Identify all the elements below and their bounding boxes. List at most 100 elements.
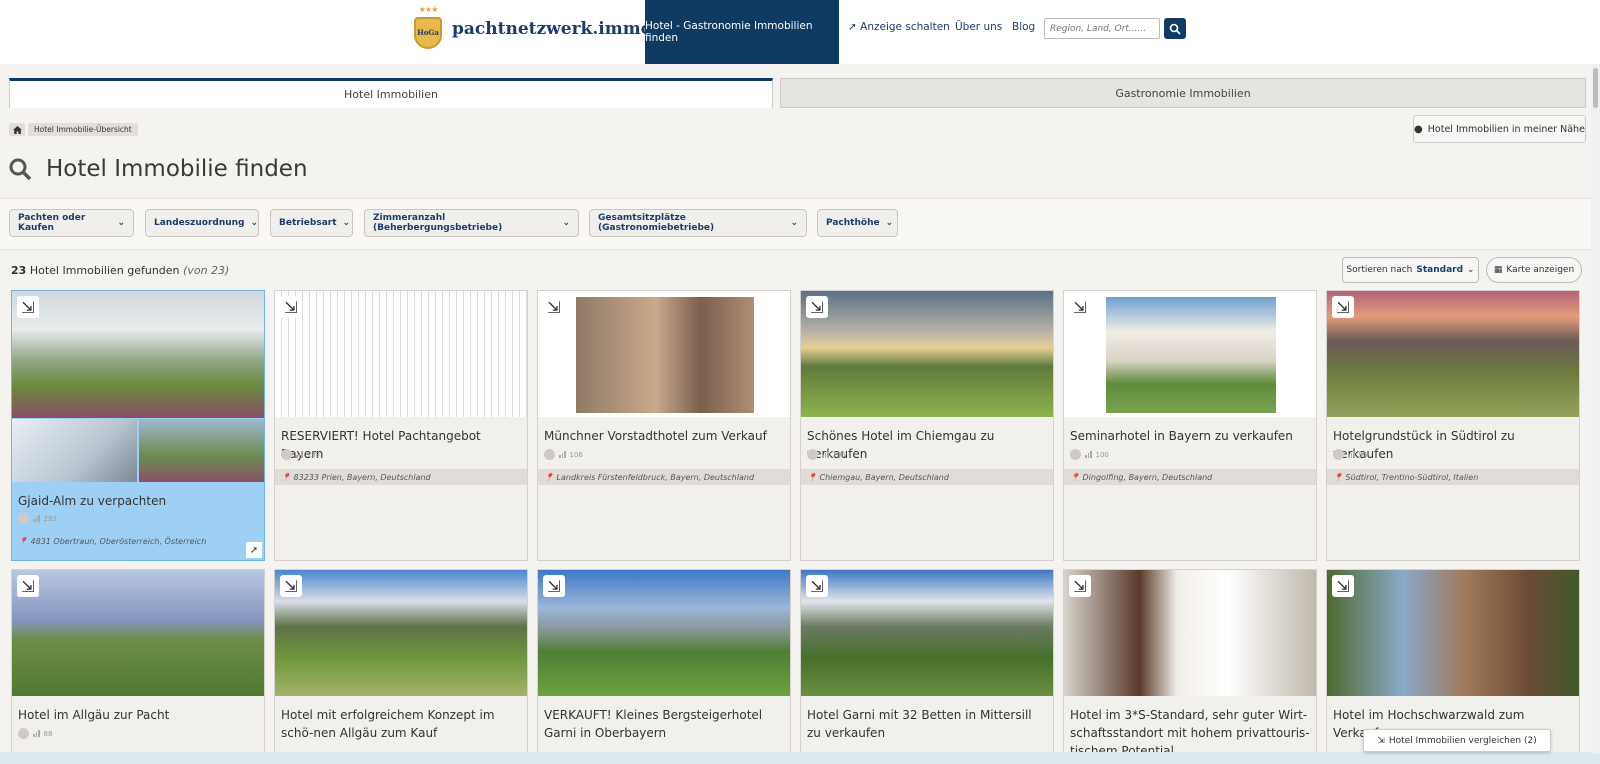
brand-name: pachtnetzwerk.immo [452,19,653,39]
map-icon: ▦ [1493,265,1503,275]
property-card[interactable]: ⇲ Hotel im 3*S-Standard, sehr guter Wirt… [1063,569,1317,764]
bottom-strip [0,752,1600,764]
compare-toggle-icon[interactable]: ⇲ [1069,296,1091,318]
card-meta: 139 [281,449,320,460]
card-meta: 106 [544,449,583,460]
compare-toggle-icon[interactable]: ⇲ [1332,575,1354,597]
card-meta: 293 [18,513,57,524]
card-title: VERKAUFT! Kleines Bergsteigerhotel Garni… [544,708,763,740]
card-image [12,570,264,696]
search-icon [1169,23,1181,35]
card-meta: 88 [18,728,52,739]
property-card[interactable]: ⇲ RESERVIERT! Hotel Pachtangebot Bayern … [274,290,528,561]
chevron-down-icon: ⌄ [342,218,351,228]
compare-toggle-icon[interactable]: ⇲ [1332,296,1354,318]
search-icon [9,158,32,181]
card-image [801,291,1053,417]
compare-icon: ⇲ [1377,735,1385,746]
compare-toggle-icon[interactable]: ⇲ [280,575,302,597]
brand-logo[interactable]: ★★★ HoGa pachtnetzwerk.immo [408,4,652,54]
compare-toggle-icon[interactable]: ⇲ [280,296,302,318]
chevron-down-icon: ⌄ [885,218,894,228]
property-card[interactable]: ⇲ Münchner Vorstadthotel zum Verkauf 106… [537,290,791,561]
chevron-down-icon: ⌄ [562,218,570,228]
header: ★★★ HoGa pachtnetzwerk.immo Hotel - Gast… [0,0,1600,64]
chevron-down-icon: ⌄ [790,218,798,228]
card-location: 📍 83233 Prien, Bayern, Deutschland [275,469,527,485]
pin-icon[interactable]: ➚ [246,542,262,558]
card-location: 📍 Chiemgau, Bayern, Deutschland [801,469,1053,485]
compare-button[interactable]: ⇲ Hotel Immobilien vergleichen (2) [1363,729,1551,752]
results-count: 23 Hotel Immobilien gefunden (von 23) [11,264,230,277]
card-image [801,570,1053,696]
tab-gastronomie[interactable]: Gastronomie Immobilien [780,78,1586,108]
card-image [12,291,264,482]
globe-icon: ● [1414,123,1423,135]
tab-hotel[interactable]: Hotel Immobilien [9,78,773,108]
card-image [1327,570,1579,696]
nav-about[interactable]: Über uns [955,21,1002,33]
home-icon[interactable] [9,123,25,136]
nav-blog[interactable]: Blog [1012,21,1035,33]
filter-lease-amount[interactable]: Pachthöhe ⌄ [817,209,898,237]
property-card[interactable]: ⇲ Gjaid-Alm zu verpachten 293 📍 4831 Obe… [11,290,265,561]
compare-toggle-icon[interactable]: ⇲ [1069,575,1091,597]
compare-toggle-icon[interactable]: ⇲ [17,575,39,597]
compare-toggle-icon[interactable]: ⇲ [806,575,828,597]
verified-badge-icon [18,513,29,524]
card-image [1327,291,1579,417]
filter-seats[interactable]: Gesamtsitzplätze (Gastronomiebetriebe) ⌄ [589,209,807,237]
property-card[interactable]: ⇲ Hotelgrundstück in Südtirol zu verkauf… [1326,290,1580,561]
nav-find-properties[interactable]: Hotel - Gastronomie Immobilien finden [645,0,839,64]
scrollbar[interactable] [1591,64,1600,754]
breadcrumb: Hotel Immobilie-Übersicht [9,123,138,136]
chevron-down-icon: ⌄ [1467,265,1475,275]
property-card[interactable]: ⇲ Hotel im Allgäu zur Pacht 88 [11,569,265,764]
filter-lease-buy[interactable]: Pachten oder Kaufen ⌄ [9,209,134,237]
card-image [1064,291,1316,417]
card-image [275,291,527,417]
compare-toggle-icon[interactable]: ⇲ [543,575,565,597]
rocket-icon: ➚ [848,21,857,33]
card-location: 📍 4831 Obertraun, Oberösterreich, Österr… [12,533,264,549]
compare-toggle-icon[interactable]: ⇲ [806,296,828,318]
card-image [1064,570,1316,696]
card-title: Hotelgrundstück in Südtirol zu verkaufen [1333,429,1515,461]
chevron-down-icon: ⌄ [117,218,125,228]
filter-business-type[interactable]: Betriebsart ⌄ [270,209,353,237]
card-meta: 96 [1333,449,1367,460]
views-icon [33,515,40,522]
search-button[interactable] [1164,18,1186,39]
filter-country[interactable]: Landeszuordnung ⌄ [145,209,259,237]
property-card[interactable]: ⇲ VERKAUFT! Kleines Bergsteigerhotel Gar… [537,569,791,764]
card-image [538,570,790,696]
card-title: Gjaid-Alm zu verpachten [18,494,167,508]
card-location: 📍 Dingolfing, Bayern, Deutschland [1064,469,1316,485]
chevron-down-icon: ⌄ [250,218,259,228]
card-title: Hotel mit erfolgreichem Konzept im schö-… [281,708,495,740]
card-title: Seminarhotel in Bayern zu verkaufen [1070,429,1293,443]
card-meta: 105 [807,449,846,460]
compare-toggle-icon[interactable]: ⇲ [17,296,39,318]
property-card[interactable]: ⇲ Hotel mit erfolgreichem Konzept im sch… [274,569,528,764]
card-image [275,570,527,696]
nav-place-ad[interactable]: ➚ Anzeige schalten [848,21,950,33]
near-me-button[interactable]: ● Hotel Immobilien in meiner Nähe [1413,115,1586,143]
compare-toggle-icon[interactable]: ⇲ [543,296,565,318]
breadcrumb-current[interactable]: Hotel Immobilie-Übersicht [28,123,138,136]
page-heading: Hotel Immobilie finden [8,156,308,182]
search-input[interactable] [1044,18,1160,39]
card-location: 📍 Landkreis Fürstenfeldbruck, Bayern, De… [538,469,790,485]
property-card[interactable]: ⇲ Seminarhotel in Bayern zu verkaufen 10… [1063,290,1317,561]
card-title: Hotel Garni mit 32 Betten in Mittersill … [807,708,1032,740]
property-card[interactable]: ⇲ Hotel Garni mit 32 Betten in Mittersil… [800,569,1054,764]
show-map-button[interactable]: ▦ Karte anzeigen [1486,257,1582,283]
filter-bar: Pachten oder Kaufen ⌄ Landeszuordnung ⌄ Be… [0,198,1600,250]
property-card[interactable]: ⇲ Schönes Hotel im Chiemgau zu verkaufen… [800,290,1054,561]
page-title: Hotel Immobilie finden [46,156,308,182]
card-title: Hotel im Allgäu zur Pacht [18,708,170,722]
card-image [538,291,790,417]
filter-rooms[interactable]: Zimmeranzahl (Beherbergungsbetriebe) ⌄ [364,209,579,237]
card-meta: 100 [1070,449,1109,460]
sort-select[interactable]: Sortieren nach Standard ⌄ [1342,257,1479,283]
